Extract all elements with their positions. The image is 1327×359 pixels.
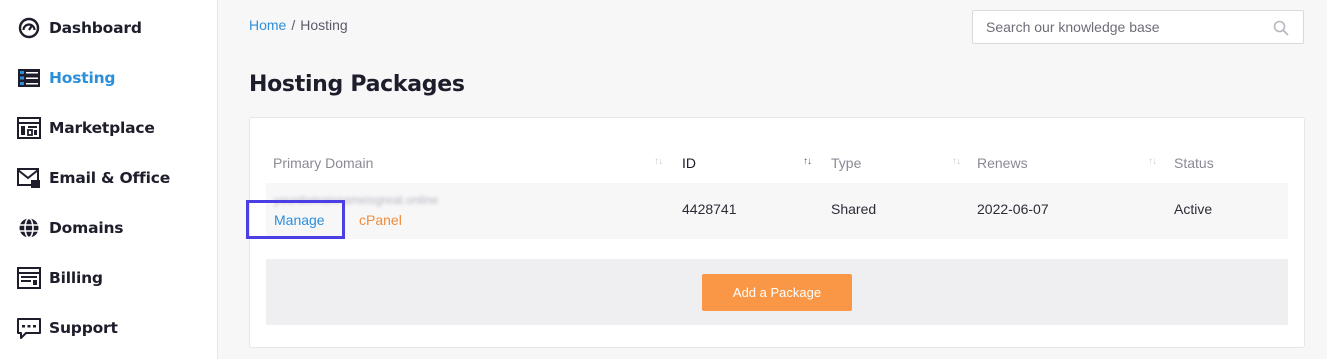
sort-arrows-icon[interactable]: ↑↓ — [654, 156, 663, 167]
breadcrumb-current: Hosting — [300, 17, 348, 33]
search-icon[interactable] — [1273, 20, 1289, 36]
cpanel-link[interactable]: cPanel — [359, 212, 402, 228]
page-title: Hosting Packages — [249, 72, 465, 97]
status-value: Active — [1174, 201, 1213, 217]
add-package-button[interactable]: Add a Package — [702, 274, 852, 311]
chat-support-icon — [16, 315, 42, 341]
sort-arrows-icon[interactable]: ↑↓ — [803, 156, 812, 167]
sidebar-item-dashboard[interactable]: Dashboard — [16, 15, 142, 41]
type-value: Shared — [831, 201, 877, 217]
sidebar-item-marketplace[interactable]: Marketplace — [16, 115, 155, 141]
renews-value: 2022-06-07 — [977, 201, 1049, 217]
column-header-type[interactable]: Type — [831, 155, 861, 171]
sidebar-item-label: Marketplace — [49, 119, 155, 137]
sidebar-item-hosting[interactable]: Hosting — [16, 65, 116, 91]
search-input[interactable] — [973, 11, 1263, 43]
sort-arrows-icon[interactable]: ↑↓ — [952, 156, 961, 167]
sidebar-item-label: Domains — [49, 219, 124, 237]
sidebar-item-billing[interactable]: Billing — [16, 265, 103, 291]
sidebar-item-label: Billing — [49, 269, 103, 287]
knowledge-search — [972, 10, 1304, 44]
column-header-primary-domain[interactable]: Primary Domain — [273, 155, 373, 171]
sidebar-item-support[interactable]: Support — [16, 315, 118, 341]
envelope-icon — [16, 165, 42, 191]
breadcrumb-home-link[interactable]: Home — [249, 17, 286, 33]
table-row — [266, 183, 1288, 239]
column-header-status[interactable]: Status — [1174, 155, 1214, 171]
sidebar: Dashboard Hosting Marketplace Email & Of… — [0, 0, 218, 359]
sidebar-item-label: Support — [49, 319, 118, 337]
sidebar-item-label: Email & Office — [49, 169, 171, 187]
globe-icon — [16, 215, 42, 241]
column-header-renews[interactable]: Renews — [977, 155, 1028, 171]
manage-link[interactable]: Manage — [274, 212, 325, 228]
sidebar-item-domains[interactable]: Domains — [16, 215, 124, 241]
breadcrumb: Home / Hosting — [249, 17, 348, 33]
hosting-packages-table: Primary Domain ↑↓ ID ↑↓ Type ↑↓ Renews ↑… — [246, 117, 1305, 348]
sidebar-item-label: Hosting — [49, 69, 116, 87]
sidebar-item-email-office[interactable]: Email & Office — [16, 165, 170, 191]
sidebar-item-label: Dashboard — [49, 19, 142, 37]
id-value: 4428741 — [682, 201, 737, 217]
sort-arrows-icon[interactable]: ↑↓ — [1148, 156, 1157, 167]
dashboard-gauge-icon — [16, 15, 42, 41]
invoice-icon — [16, 265, 42, 291]
breadcrumb-separator: / — [291, 17, 296, 33]
column-header-id[interactable]: ID — [682, 155, 696, 171]
marketplace-layout-icon — [16, 115, 42, 141]
server-stack-icon — [16, 65, 42, 91]
